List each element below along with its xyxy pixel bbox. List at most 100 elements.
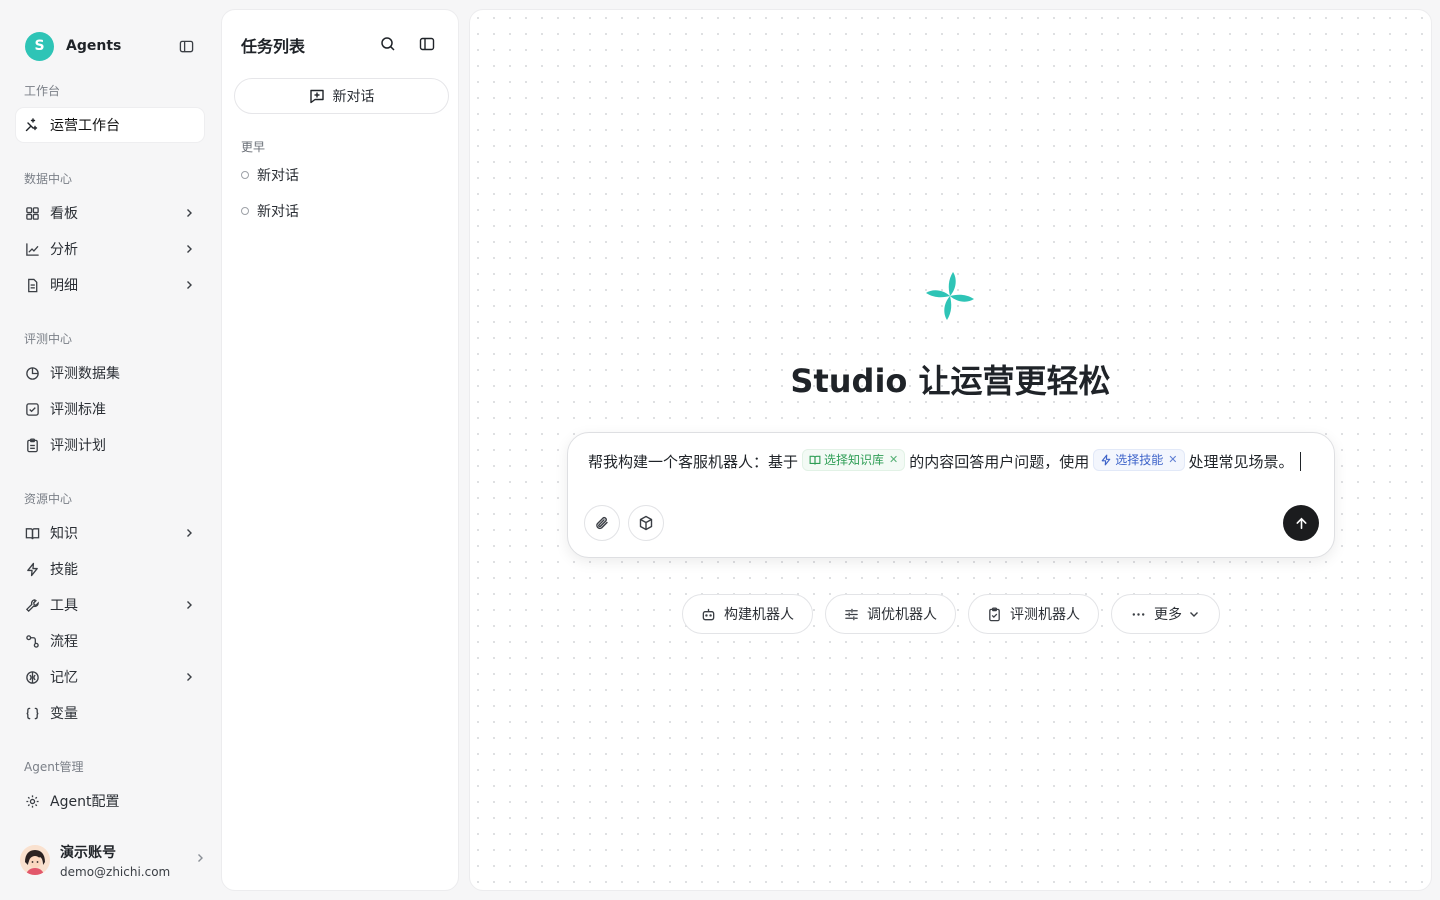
sidebar-collapse-icon[interactable] <box>176 36 196 56</box>
sidebar-item-tools[interactable]: 工具 <box>16 588 204 622</box>
send-button[interactable] <box>1283 505 1319 541</box>
avatar <box>20 845 50 875</box>
lightning-icon <box>1100 454 1112 466</box>
hero-title: Studio 让运营更轻松 <box>790 362 1111 400</box>
sidebar-item-eval-plan[interactable]: 评测计划 <box>16 428 204 462</box>
braces-icon <box>24 705 40 721</box>
wrench-icon <box>24 597 40 613</box>
new-chat-label: 新对话 <box>332 89 375 105</box>
clipboard-check-icon <box>987 606 1002 622</box>
sidebar: S Agents 工作台 运营工作台 数据中心 看板 分析 明细 评测中心 评测… <box>0 0 220 900</box>
sliders-icon <box>844 607 859 622</box>
user-email: demo@zhichi.com <box>60 864 171 879</box>
sidebar-item-label: 分析 <box>50 242 78 258</box>
sidebar-item-details[interactable]: 明细 <box>16 268 204 302</box>
panel-toggle-icon[interactable] <box>417 34 437 54</box>
prompt-text-segment: 处理常见场景。 <box>1188 453 1294 471</box>
knowledge-chip-label: 选择知识库 <box>824 453 885 467</box>
close-icon[interactable]: ✕ <box>889 447 898 473</box>
user-account[interactable]: 演示账号 demo@zhichi.com <box>20 840 206 880</box>
sidebar-item-label: 评测数据集 <box>50 366 120 382</box>
prompt-text-segment: 帮我构建一个客服机器人：基于 <box>588 453 799 471</box>
sidebar-item-eval-standard[interactable]: 评测标准 <box>16 392 204 426</box>
search-icon[interactable] <box>378 34 398 54</box>
chevron-right-icon <box>182 278 196 292</box>
pie-chart-icon <box>24 365 40 381</box>
grid-icon <box>24 205 40 221</box>
sidebar-item-label: 明细 <box>50 278 78 294</box>
quick-action-label: 评测机器人 <box>1010 607 1080 623</box>
sidebar-item-label: Agent配置 <box>50 794 120 810</box>
sparkle-icon <box>24 117 40 133</box>
prompt-composer[interactable]: 帮我构建一个客服机器人：基于 选择知识库 ✕ 的内容回答用户问题，使用 选择技能 ✕ 处理常… <box>567 432 1335 558</box>
clipboard-icon <box>24 437 40 453</box>
sidebar-item-label: 技能 <box>50 562 78 578</box>
status-dot-icon <box>241 207 249 215</box>
prompt-text-segment: 的内容回答用户问题，使用 <box>909 453 1090 471</box>
checkbox-icon <box>24 401 40 417</box>
sidebar-item-label: 变量 <box>50 706 78 722</box>
quick-action-label: 更多 <box>1154 607 1182 623</box>
more-icon <box>1131 607 1146 622</box>
model-select-button[interactable] <box>628 505 664 541</box>
quick-action-more[interactable]: 更多 <box>1111 594 1220 634</box>
chat-label: 新对话 <box>257 204 299 220</box>
user-name: 演示账号 <box>60 844 116 861</box>
quick-action-tune-robot[interactable]: 调优机器人 <box>825 594 956 634</box>
sidebar-item-label: 记忆 <box>50 670 78 686</box>
chevron-down-icon <box>1188 608 1200 620</box>
cube-icon <box>638 515 654 531</box>
close-icon[interactable]: ✕ <box>1168 447 1177 473</box>
sidebar-item-dashboard[interactable]: 看板 <box>16 196 204 230</box>
sidebar-item-ops-workbench[interactable]: 运营工作台 <box>16 108 204 142</box>
attach-button[interactable] <box>584 505 620 541</box>
robot-icon <box>701 607 716 622</box>
line-chart-icon <box>24 241 40 257</box>
chat-list-item[interactable]: 新对话 <box>241 199 441 223</box>
chat-group-label: 更早 <box>241 140 266 154</box>
chevron-right-icon <box>182 526 196 540</box>
sidebar-item-variables[interactable]: 变量 <box>16 696 204 730</box>
skill-chip-label: 选择技能 <box>1115 453 1164 467</box>
gear-icon <box>24 793 40 809</box>
sidebar-item-label: 运营工作台 <box>50 118 120 134</box>
book-icon <box>24 525 40 541</box>
sidebar-item-label: 流程 <box>50 634 78 650</box>
sidebar-item-eval-dataset[interactable]: 评测数据集 <box>16 356 204 390</box>
sidebar-item-label: 评测标准 <box>50 402 106 418</box>
brand-name: Agents <box>66 38 122 54</box>
sidebar-item-agent-config[interactable]: Agent配置 <box>16 784 204 818</box>
sidebar-item-memory[interactable]: 记忆 <box>16 660 204 694</box>
quick-action-evaluate-robot[interactable]: 评测机器人 <box>968 594 1099 634</box>
task-panel: 任务列表 新对话 更早 新对话 新对话 <box>221 9 459 891</box>
sidebar-item-knowledge[interactable]: 知识 <box>16 516 204 550</box>
sidebar-item-skills[interactable]: 技能 <box>16 552 204 586</box>
brand: S Agents <box>25 31 196 61</box>
task-panel-title: 任务列表 <box>241 37 306 56</box>
section-label-eval-center: 评测中心 <box>24 332 73 346</box>
user-info: 演示账号 demo@zhichi.com <box>60 842 194 879</box>
sidebar-item-label: 看板 <box>50 206 78 222</box>
chevron-right-icon <box>182 242 196 256</box>
chat-list-item[interactable]: 新对话 <box>241 163 441 187</box>
chat-label: 新对话 <box>257 168 299 184</box>
quick-action-build-robot[interactable]: 构建机器人 <box>682 594 813 634</box>
prompt-input[interactable]: 帮我构建一个客服机器人：基于 选择知识库 ✕ 的内容回答用户问题，使用 选择技能 ✕ 处理常… <box>588 449 1316 475</box>
chevron-right-icon <box>182 206 196 220</box>
flow-icon <box>24 633 40 649</box>
section-label-workbench: 工作台 <box>24 84 61 98</box>
chevron-right-icon <box>182 670 196 684</box>
skill-chip[interactable]: 选择技能 ✕ <box>1093 447 1185 473</box>
sidebar-item-analysis[interactable]: 分析 <box>16 232 204 266</box>
section-label-agent-management: Agent管理 <box>24 760 84 774</box>
sidebar-item-flow[interactable]: 流程 <box>16 624 204 658</box>
document-icon <box>24 277 40 293</box>
knowledge-chip[interactable]: 选择知识库 ✕ <box>802 447 906 473</box>
pinwheel-logo-icon <box>922 268 978 324</box>
section-label-resource-center: 资源中心 <box>24 492 73 506</box>
sidebar-item-label: 知识 <box>50 526 78 542</box>
brand-logo: S <box>25 31 54 61</box>
lightning-icon <box>24 561 40 577</box>
new-chat-button[interactable]: 新对话 <box>234 78 449 114</box>
book-icon <box>809 454 821 466</box>
